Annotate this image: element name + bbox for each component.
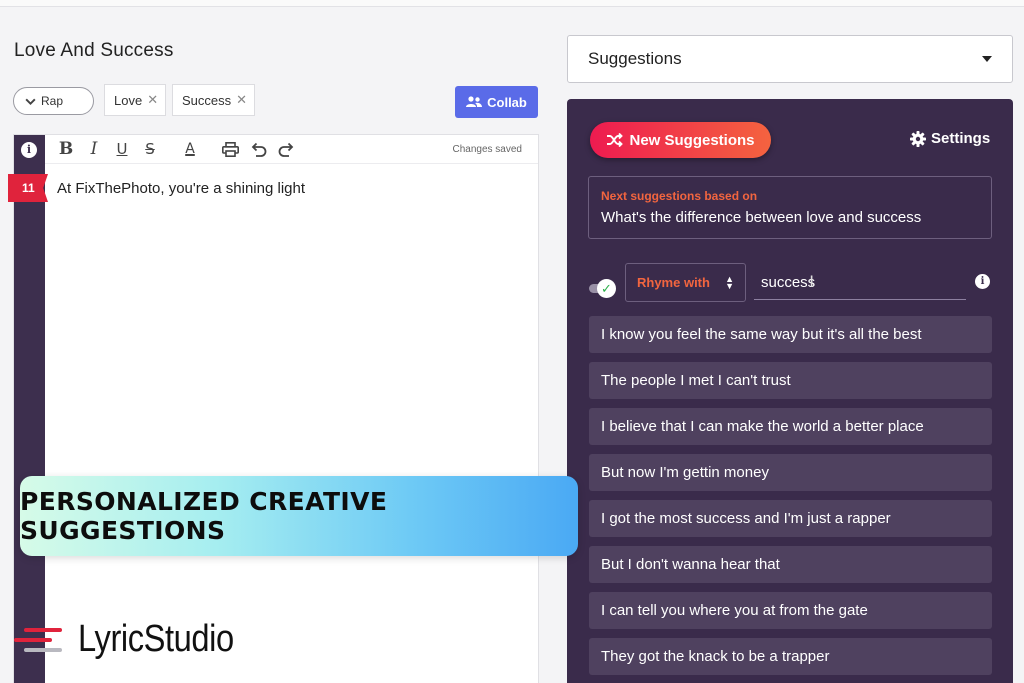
genre-label: Rap <box>41 94 64 108</box>
tag-label: Success <box>182 92 232 108</box>
close-icon[interactable]: ✕ <box>236 92 247 108</box>
gear-icon <box>910 130 926 147</box>
users-icon <box>466 96 483 107</box>
print-icon[interactable] <box>216 135 244 163</box>
next-suggestions-box: Next suggestions based on What's the dif… <box>588 176 992 239</box>
tag-label: Love <box>114 92 143 108</box>
lyrics-editor: i B I U S A Changes saved 11 At FixThePh… <box>8 134 539 683</box>
new-suggestions-button[interactable]: New Suggestions <box>590 122 771 158</box>
save-status: Changes saved <box>452 143 523 155</box>
suggestions-list: I know you feel the same way but it's al… <box>589 316 992 683</box>
logo-wordmark: LyricStudio <box>78 618 234 660</box>
lyric-line[interactable]: At FixThePhoto, you're a shining light <box>57 180 305 197</box>
tag-chip-success: Success ✕ <box>172 84 255 116</box>
suggestion-item[interactable]: But now I'm gettin money <box>589 454 992 491</box>
suggestion-item[interactable]: But I don't wanna hear that <box>589 546 992 583</box>
suggestion-item[interactable]: I got the most success and I'm just a ra… <box>589 500 992 537</box>
settings-label: Settings <box>931 130 991 147</box>
genre-select[interactable]: Rap <box>13 87 94 115</box>
next-suggestions-text: What's the difference between love and s… <box>601 209 922 226</box>
rhyme-word-input[interactable]: success I <box>754 265 966 300</box>
promo-banner: PERSONALIZED CREATIVE SUGGESTIONS <box>20 476 578 556</box>
panel-mode-select[interactable]: Suggestions <box>567 35 1013 83</box>
collab-label: Collab <box>487 94 527 110</box>
brand-logo: LyricStudio <box>14 618 259 661</box>
strikethrough-icon[interactable]: S <box>136 135 164 163</box>
caret-down-icon <box>982 56 992 62</box>
undo-icon[interactable] <box>244 135 272 163</box>
sort-arrows-icon: ▲ ▼ <box>725 273 734 291</box>
bold-icon[interactable]: B <box>52 135 80 163</box>
collab-button[interactable]: Collab <box>455 86 538 118</box>
panel-mode-value: Suggestions <box>588 49 682 68</box>
suggestion-item[interactable]: I believe that I can make the world a be… <box>589 408 992 445</box>
suggestions-panel: New Suggestions Settings Next suggestion… <box>567 99 1013 683</box>
tag-chip-love: Love ✕ <box>104 84 166 116</box>
suggestion-item[interactable]: I know you feel the same way but it's al… <box>589 316 992 353</box>
text-cursor-icon: I <box>809 272 814 291</box>
settings-button[interactable]: Settings <box>910 130 990 147</box>
editor-gutter: i <box>14 135 45 683</box>
top-edge <box>0 0 1024 7</box>
underline-icon[interactable]: U <box>108 135 136 163</box>
shuffle-icon <box>607 133 624 147</box>
logo-mark-icon <box>14 622 64 658</box>
close-icon[interactable]: ✕ <box>147 92 158 108</box>
redo-icon[interactable] <box>272 135 300 163</box>
check-icon: ✓ <box>597 279 616 298</box>
editor-toolbar: B I U S A Changes saved <box>45 135 538 164</box>
suggestion-item[interactable]: They got the knack to be a trapper <box>589 638 992 675</box>
rhyme-mode-select[interactable]: Rhyme with ▲ ▼ <box>625 263 746 302</box>
banner-text: PERSONALIZED CREATIVE SUGGESTIONS <box>20 487 388 545</box>
rhyme-toggle[interactable]: ✓ <box>589 279 616 299</box>
rhyme-mode-value: Rhyme with <box>637 275 710 290</box>
next-suggestions-label: Next suggestions based on <box>601 189 758 203</box>
rhyme-word-value: success <box>761 273 816 291</box>
info-icon[interactable]: i <box>975 274 990 289</box>
song-title[interactable]: Love And Success <box>14 40 174 62</box>
italic-icon[interactable]: I <box>80 135 108 163</box>
line-number-badge: 11 <box>8 174 48 202</box>
chevron-down-icon <box>25 98 36 105</box>
suggestion-item[interactable]: The people I met I can't trust <box>589 362 992 399</box>
text-color-icon[interactable]: A <box>176 135 204 163</box>
info-icon[interactable]: i <box>21 142 37 158</box>
new-suggestions-label: New Suggestions <box>629 131 755 149</box>
suggestion-item[interactable]: I can tell you where you at from the gat… <box>589 592 992 629</box>
